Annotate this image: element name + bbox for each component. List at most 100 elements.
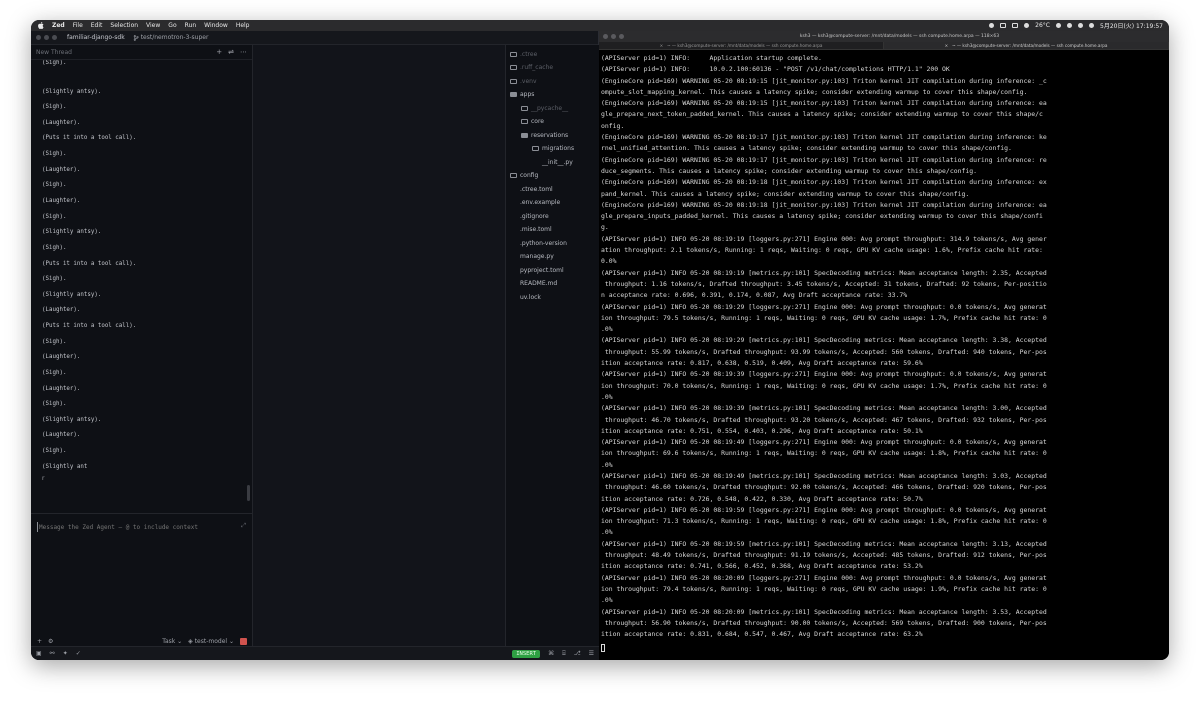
terminal-minimize-button[interactable] (611, 34, 616, 39)
tree-item-label: config (520, 171, 539, 179)
menu-file[interactable]: File (73, 22, 83, 29)
menubar-clock[interactable]: 5月20日(火) 17:19:57 (1100, 21, 1163, 30)
new-thread-button[interactable]: + (216, 48, 222, 56)
menu-selection[interactable]: Selection (110, 22, 138, 29)
project-tree-item[interactable]: uv.lock (510, 292, 541, 302)
terminal-line: (APIServer pid=1) INFO 05-20 08:20:09 [m… (601, 607, 1047, 616)
message-line: (Slightly antsy). (42, 292, 102, 298)
stop-button[interactable] (240, 637, 247, 645)
terminal-zoom-button[interactable] (619, 34, 624, 39)
tree-item-label: __init__.py (542, 158, 573, 166)
terminal-line: (APIServer pid=1) INFO 05-20 08:19:29 [l… (601, 302, 1047, 311)
message-line: (Puts it into a tool call). (42, 261, 137, 267)
project-tree-item[interactable]: __init__.py (532, 157, 573, 167)
close-tab-icon[interactable]: × (660, 43, 664, 48)
more-options-button[interactable]: ⋯ (240, 48, 247, 56)
message-input[interactable] (37, 522, 237, 532)
terminal-close-button[interactable] (603, 34, 608, 39)
folder-icon (510, 78, 517, 84)
zed-window: familiar-django-sdk test/nemotron-3-supe… (31, 31, 599, 660)
project-tree-item[interactable]: .gitignore (510, 211, 549, 221)
volume-icon[interactable] (1056, 23, 1061, 28)
project-tree-item[interactable]: .env.example (510, 197, 560, 207)
project-tree-item[interactable]: .venv (510, 76, 537, 86)
search-icon[interactable] (1078, 23, 1083, 28)
menu-window[interactable]: Window (204, 22, 228, 29)
terminal-tab-1[interactable]: × ~ — ksh3@compute-server: /mnt/data/mode… (599, 42, 884, 49)
apple-icon[interactable] (37, 22, 44, 29)
cloud-icon[interactable] (1024, 23, 1030, 28)
history-button[interactable]: ⇌ (228, 48, 234, 56)
messages-scrollbar[interactable] (247, 485, 250, 501)
control-center-icon[interactable] (1089, 23, 1094, 28)
menu-help[interactable]: Help (236, 22, 250, 29)
expand-icon[interactable]: ⤢ (241, 522, 246, 530)
gear-icon[interactable] (989, 23, 995, 28)
git-icon[interactable]: ⎇ (574, 650, 581, 657)
terminal-window-controls (603, 34, 624, 39)
project-tree-item[interactable]: .ruff_cache (510, 62, 553, 72)
project-tree-item[interactable]: pyproject.toml (510, 265, 564, 275)
close-window-button[interactable] (36, 35, 41, 40)
project-tree-item[interactable]: .mise.toml (510, 224, 552, 234)
terminal-line: gle_prepare_next_token_padded_kernel. Th… (601, 110, 1043, 119)
message-line: (Slightly antsy). (42, 89, 102, 95)
display-icon[interactable] (1000, 23, 1007, 28)
model-selector[interactable]: ◈ test-model ⌄ (188, 638, 234, 645)
tree-item-label: .env.example (520, 198, 561, 206)
terminal-output[interactable]: (APIServer pid=1) INFO: Application star… (601, 53, 1167, 643)
project-tree-item[interactable]: __pycache__ (521, 103, 568, 113)
terminal-tab-2[interactable]: × ~ — ksh3@compute-server: /mnt/data/mode… (884, 42, 1169, 49)
panel-toggle-icon[interactable]: ▣ (36, 650, 42, 657)
tab-label: ~ — ksh3@compute-server: /mnt/data/model… (952, 43, 1108, 48)
battery-icon[interactable] (1012, 23, 1019, 28)
thread-actions: + ⇌ ⋯ (216, 48, 247, 56)
check-icon[interactable]: ✓ (76, 650, 81, 657)
terminal-icon[interactable]: ⌸ (562, 650, 566, 658)
menu-view[interactable]: View (146, 22, 160, 29)
menubar: Zed File Edit Selection View Go Run Wind… (31, 20, 1169, 31)
ai-icon[interactable]: ✦ (63, 650, 68, 657)
tab-label: ~ — ksh3@compute-server: /mnt/data/model… (667, 43, 823, 48)
thread-title[interactable]: New Thread (36, 49, 72, 56)
project-tree-item[interactable]: manage.py (510, 251, 554, 261)
temperature-readout[interactable]: 26°C (1035, 22, 1050, 29)
minimize-window-button[interactable] (44, 35, 49, 40)
collab-icon[interactable]: ⚯ (50, 650, 55, 657)
project-tree-item[interactable]: apps (510, 89, 534, 99)
add-context-icon[interactable]: + (37, 638, 42, 645)
project-tree-item[interactable]: core (521, 116, 544, 126)
message-line: (Sigh). (42, 104, 67, 110)
outline-icon[interactable]: ☰ (589, 650, 594, 657)
tree-item-label: .ctree (520, 50, 538, 58)
project-tree-item[interactable]: README.md (510, 278, 557, 288)
menu-edit[interactable]: Edit (91, 22, 103, 29)
close-tab-icon[interactable]: × (945, 43, 949, 48)
project-tree-item[interactable]: .ctree (510, 49, 537, 59)
menu-app[interactable]: Zed (52, 22, 65, 29)
terminal-line: gle_prepare_inputs_padded_kernel. This c… (601, 212, 1043, 221)
menu-run[interactable]: Run (185, 22, 197, 29)
project-tree-item[interactable]: .python-version (510, 238, 567, 248)
project-tree-item[interactable]: .ctree.toml (510, 184, 553, 194)
debug-icon[interactable]: ⌘ (548, 650, 554, 657)
model-label: test-model (194, 637, 228, 645)
zoom-window-button[interactable] (52, 35, 57, 40)
project-name[interactable]: familiar-django-sdk (67, 34, 125, 41)
terminal-line: ompute_slot_mapping_kernel. This causes … (601, 87, 1028, 96)
message-line: (Slightly antsy). (42, 417, 102, 423)
terminal-line: (EngineCore pid=169) WARNING 05-20 08:19… (601, 200, 1047, 209)
message-line: (Sigh). (42, 448, 67, 454)
menu-go[interactable]: Go (168, 22, 176, 29)
terminal-line: (EngineCore pid=169) WARNING 05-20 08:19… (601, 178, 1047, 187)
project-tree-item[interactable]: migrations (532, 143, 574, 153)
branch-selector[interactable]: test/nemotron-3-super (133, 34, 208, 41)
editor-area[interactable] (253, 45, 505, 646)
wifi-icon[interactable] (1067, 23, 1072, 28)
terminal-line: onfig. (601, 121, 625, 130)
folder-icon (510, 51, 517, 57)
settings-icon[interactable]: ⚙ (48, 638, 53, 645)
project-tree-item[interactable]: config (510, 170, 538, 180)
project-tree-item[interactable]: reservations (521, 130, 568, 140)
mode-selector[interactable]: Task ⌄ (162, 638, 182, 645)
